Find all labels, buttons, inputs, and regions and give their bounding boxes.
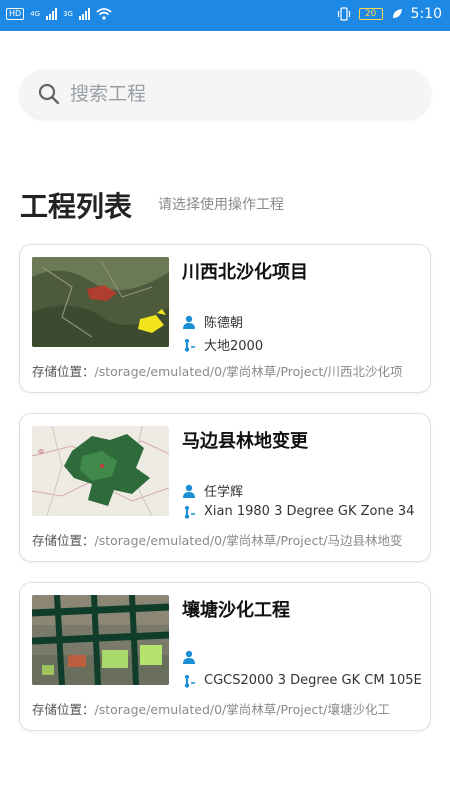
project-thumbnail bbox=[32, 257, 169, 347]
signal-icon bbox=[46, 8, 58, 20]
project-user-row: 陈德朝 bbox=[182, 312, 243, 331]
project-crs: CGCS2000 3 Degree GK CM 105E bbox=[204, 673, 422, 688]
svg-text:Ф: Ф bbox=[38, 448, 44, 456]
coordinate-icon bbox=[184, 505, 195, 519]
search-icon bbox=[38, 83, 60, 105]
project-crs: Xian 1980 3 Degree GK Zone 34 bbox=[204, 504, 415, 519]
project-user-row bbox=[182, 650, 204, 664]
status-right: 20 5:10 bbox=[337, 6, 442, 22]
status-bar: HD 4G 3G 20 5:10 bbox=[0, 0, 450, 31]
page-title: 工程列表 bbox=[20, 190, 133, 223]
user-icon bbox=[183, 650, 195, 664]
project-crs-row: 大地2000 bbox=[182, 335, 263, 354]
project-user: 任学辉 bbox=[204, 485, 244, 500]
project-name: 川西北沙化项目 bbox=[182, 262, 308, 283]
path-label: 存储位置： bbox=[32, 364, 95, 379]
battery-icon: 20 bbox=[358, 8, 383, 20]
signal-icon-2 bbox=[78, 8, 90, 20]
project-card[interactable]: 川西北沙化项目 陈德朝 大地2000 存储位置：/storage/emulate… bbox=[19, 244, 431, 393]
project-crs-row: Xian 1980 3 Degree GK Zone 34 bbox=[182, 504, 414, 519]
project-crs-row: CGCS2000 3 Degree GK CM 105E bbox=[182, 673, 422, 688]
leaf-icon bbox=[392, 9, 402, 18]
search-bar[interactable] bbox=[20, 69, 431, 118]
coordinate-icon bbox=[184, 674, 195, 688]
project-name: 马边县林地变更 bbox=[182, 431, 308, 452]
project-thumbnail: Ф bbox=[32, 426, 169, 516]
vibrate-icon bbox=[337, 7, 350, 21]
page-subtitle: 请选择使用操作工程 bbox=[158, 197, 284, 213]
clock: 5:10 bbox=[410, 6, 442, 22]
project-path: 存储位置：/storage/emulated/0/掌尚林草/Project/马边… bbox=[32, 530, 417, 549]
path-label: 存储位置： bbox=[32, 702, 95, 717]
status-left: HD 4G 3G bbox=[6, 8, 112, 20]
path-value: /storage/emulated/0/掌尚林草/Project/壤塘沙化工 bbox=[94, 702, 390, 717]
path-value: /storage/emulated/0/掌尚林草/Project/川西北沙化项 bbox=[94, 364, 403, 379]
path-label: 存储位置： bbox=[32, 533, 95, 548]
project-name: 壤塘沙化工程 bbox=[182, 600, 290, 621]
user-icon bbox=[183, 484, 195, 498]
network-label-1: 4G bbox=[30, 10, 41, 18]
network-label-2: 3G bbox=[63, 10, 73, 18]
project-path: 存储位置：/storage/emulated/0/掌尚林草/Project/壤塘… bbox=[32, 699, 417, 718]
project-card[interactable]: 壤塘沙化工程 CGCS2000 3 Degree GK CM 105E 存储位置… bbox=[19, 582, 431, 731]
project-user: 陈德朝 bbox=[204, 316, 244, 331]
hd-icon: HD bbox=[6, 8, 25, 20]
path-value: /storage/emulated/0/掌尚林草/Project/马边县林地变 bbox=[94, 533, 403, 548]
project-thumbnail bbox=[32, 595, 169, 685]
project-card[interactable]: Ф 马边县林地变更 任学辉 Xian 1980 3 Degree GK Zone… bbox=[19, 413, 431, 562]
project-crs: 大地2000 bbox=[204, 339, 264, 354]
wifi-icon bbox=[96, 8, 112, 20]
project-path: 存储位置：/storage/emulated/0/掌尚林草/Project/川西… bbox=[32, 361, 417, 380]
project-user-row: 任学辉 bbox=[182, 481, 243, 500]
user-icon bbox=[183, 315, 195, 329]
coordinate-icon bbox=[184, 338, 195, 352]
search-input[interactable] bbox=[70, 69, 410, 118]
